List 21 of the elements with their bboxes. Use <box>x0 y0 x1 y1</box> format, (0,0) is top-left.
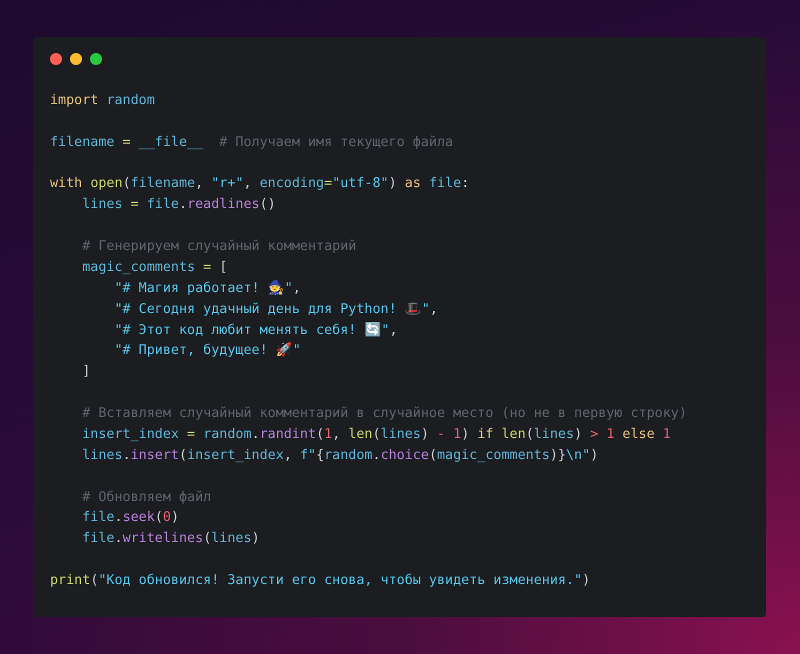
code-line: "# Этот код любит менять себя! 🔄", <box>113 321 398 340</box>
code-line: "# Магия работает! 🧙", <box>113 279 301 298</box>
code-line: "# Привет, будущее! 🚀" <box>113 341 301 360</box>
window-control-icon[interactable] <box>90 53 102 65</box>
code-line: # Вставляем случайный комментарий в случайное место (но не в первую строку) <box>81 405 687 424</box>
code-line: with open(filename, "r+", encoding="utf-8") as file: <box>50 175 470 194</box>
code-line: import random <box>50 92 155 110</box>
window-control-icon[interactable] <box>70 53 82 65</box>
code-line: insert_index = random.randint(1, len(lines) - 1) if len(lines) > 1 else 1 <box>81 426 671 444</box>
code-line: # Обновляем файл <box>81 488 212 507</box>
code-line: lines.insert(insert_index, f"{random.choice(magic_comments)}\n") <box>81 446 598 465</box>
code-line: file.writelines(lines) <box>81 530 260 548</box>
window-control-icon[interactable] <box>50 53 62 65</box>
code-line: ] <box>81 363 90 382</box>
code-line: "# Сегодня удачный день для Python! 🎩", <box>113 300 438 319</box>
code-line: filename = __file__ # Получаем имя текущего файла <box>50 134 454 152</box>
code-line: # Генерируем случайный комментарий <box>81 238 356 256</box>
code-line: lines = file.readlines() <box>81 196 276 214</box>
code-line: print("Код обновился! Запусти его снова, чтобы увидеть изменения.") <box>50 572 590 590</box>
code-line: magic_comments = [ <box>81 258 228 277</box>
code-line: file.seek(0) <box>81 509 179 528</box>
